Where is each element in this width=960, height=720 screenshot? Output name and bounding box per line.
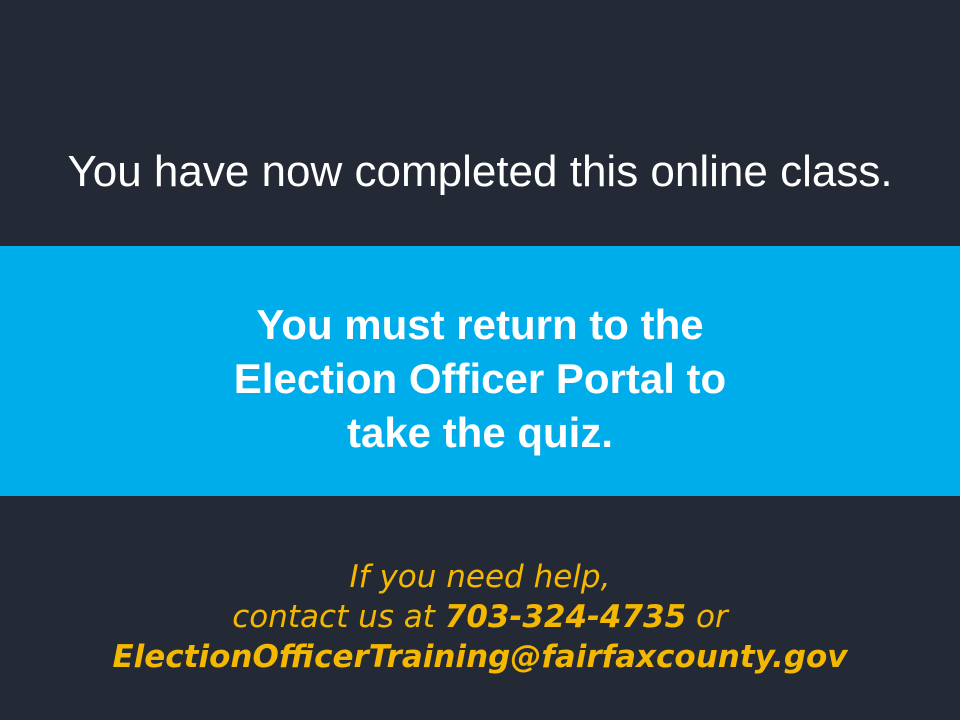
- completion-headline: You have now completed this online class…: [67, 147, 893, 196]
- instruction-line-1: You must return to the: [256, 301, 704, 348]
- top-band: [0, 0, 960, 246]
- contact-line: contact us at 703-324-4735 or: [0, 597, 960, 637]
- phone-number: 703-324-4735: [444, 599, 687, 635]
- contact-suffix: or: [696, 599, 728, 635]
- help-contact-block: If you need help, contact us at 703-324-…: [0, 557, 960, 677]
- help-line: If you need help,: [349, 559, 611, 595]
- support-email: ElectionOfficerTraining@fairfaxcounty.go…: [112, 639, 848, 675]
- instruction-text: You must return to the Election Officer …: [130, 298, 830, 460]
- contact-prefix: contact us at: [232, 599, 435, 635]
- instruction-line-3: take the quiz.: [346, 409, 614, 456]
- instruction-line-2: Election Officer Portal to: [233, 355, 727, 402]
- completion-slide: You have now completed this online class…: [0, 0, 960, 720]
